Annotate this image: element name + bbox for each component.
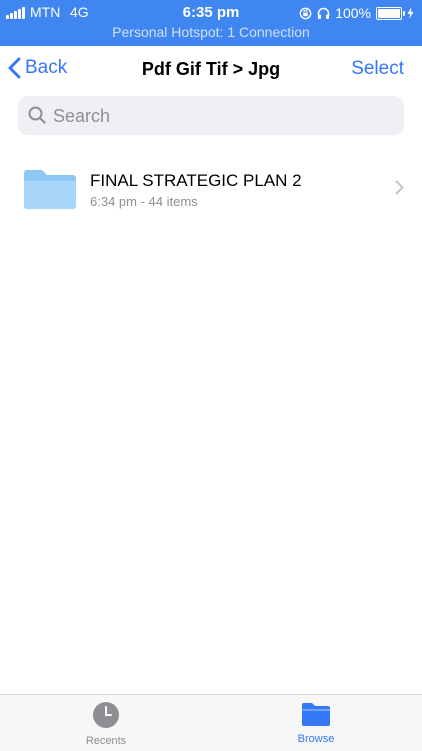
- search-icon: [28, 106, 46, 124]
- tab-browse-label: Browse: [297, 733, 335, 745]
- battery-percent: 100%: [335, 5, 371, 21]
- clock-icon: [93, 702, 119, 728]
- folder-icon: [302, 703, 330, 726]
- charging-bolt-icon: [407, 7, 414, 19]
- battery-cap: [403, 10, 405, 16]
- chevron-right-icon: [395, 180, 404, 195]
- battery-fill: [378, 8, 400, 18]
- select-button[interactable]: Select: [351, 58, 404, 80]
- orientation-lock-icon: [299, 7, 312, 19]
- folder-icon: [24, 170, 76, 209]
- search-bar[interactable]: [18, 96, 404, 137]
- tab-recents[interactable]: Recents: [46, 701, 166, 747]
- tab-recents-label: Recents: [85, 735, 127, 747]
- search-input[interactable]: [51, 96, 395, 137]
- hotspot-banner[interactable]: Personal Hotspot: 1 Connection: [0, 24, 422, 40]
- headphones-icon: [317, 7, 330, 19]
- status-right: 100%: [299, 4, 414, 22]
- back-label: Back: [25, 57, 68, 78]
- chevron-left-icon: [8, 57, 21, 79]
- status-row: MTN 4G 6:35 pm 100%: [0, 3, 422, 23]
- item-meta: 6:34 pm - 44 items: [90, 194, 198, 209]
- battery-icon: [376, 6, 405, 20]
- list-item[interactable]: FINAL STRATEGIC PLAN 2 6:34 pm - 44 item…: [0, 158, 422, 222]
- tab-bar: Recents Browse: [0, 694, 422, 751]
- tab-browse[interactable]: Browse: [256, 701, 376, 745]
- navigation-bar: Back Pdf Gif Tif > Jpg Select: [0, 46, 422, 94]
- item-name: FINAL STRATEGIC PLAN 2: [90, 171, 302, 190]
- status-bar: MTN 4G 6:35 pm 100% Personal Hotspot: 1 …: [0, 0, 422, 46]
- back-button[interactable]: Back: [8, 57, 67, 79]
